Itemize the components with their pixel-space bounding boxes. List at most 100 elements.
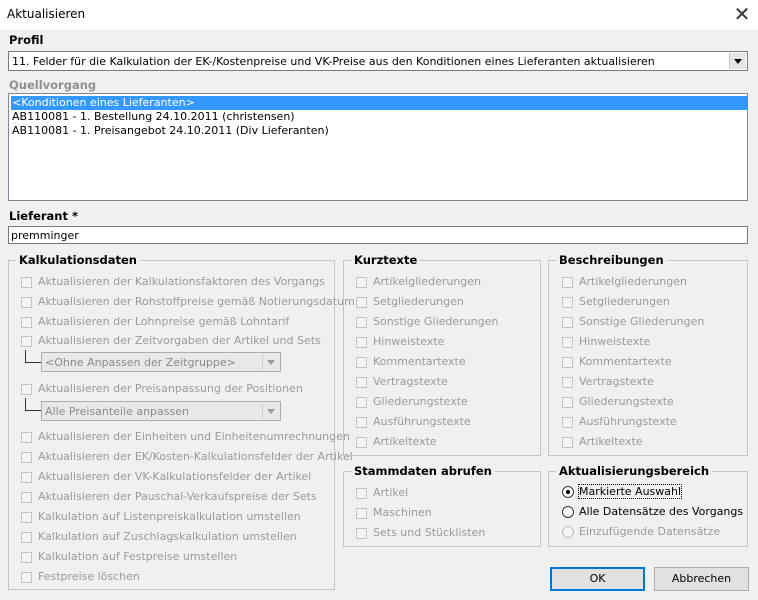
kurztexte-checkbox[interactable] [356,297,367,308]
chevron-down-icon[interactable] [262,354,279,370]
kurztexte-label[interactable]: Kommentartexte [373,355,466,368]
kurztexte-checkbox[interactable] [356,437,367,448]
beschreibungen-checkbox[interactable] [562,417,573,428]
kurztexte-label[interactable]: Artikeltexte [373,435,437,448]
beschreibungen-checkbox[interactable] [562,357,573,368]
kalkulation-checkbox[interactable] [21,572,32,583]
beschreibungen-label[interactable]: Hinweistexte [579,335,650,348]
chevron-down-icon[interactable] [729,53,746,69]
stammdaten-checkbox[interactable] [356,508,367,519]
kurztexte-checkbox[interactable] [356,277,367,288]
quellvorgang-label: Quellvorgang [9,78,97,92]
beschreibungen-checkbox[interactable] [562,297,573,308]
kalkulation-checkbox[interactable] [21,532,32,543]
kurztexte-label[interactable]: Setgliederungen [373,295,464,308]
kalkulation-checkbox[interactable] [21,552,32,563]
preisanteile-select[interactable]: Alle Preisanteile anpassen [41,401,281,421]
lieferant-input[interactable]: premminger [8,226,748,244]
kalkulation-label[interactable]: Aktualisieren der Einheiten und Einheite… [38,430,350,443]
list-item[interactable]: AB110081 - 1. Preisangebot 24.10.2011 (D… [11,124,329,138]
list-item[interactable]: <Konditionen eines Lieferanten> [11,96,748,110]
lieferant-value: premminger [11,229,79,242]
beschreibungen-label[interactable]: Ausführungstexte [579,415,677,428]
stammdaten-title: Stammdaten abrufen [351,464,495,478]
beschreibungen-checkbox[interactable] [562,437,573,448]
kurztexte-checkbox[interactable] [356,417,367,428]
kurztexte-checkbox[interactable] [356,317,367,328]
cancel-button[interactable]: Abbrechen [654,567,749,591]
ok-button[interactable]: OK [550,567,645,591]
radio-label-alle-datensaetze[interactable]: Alle Datensätze des Vorgangs [579,505,743,518]
stammdaten-label[interactable]: Sets und Stücklisten [373,526,485,539]
beschreibungen-label[interactable]: Setgliederungen [579,295,670,308]
kalkulation-checkbox[interactable] [21,297,32,308]
kalkulation-label[interactable]: Aktualisieren der Rohstoffpreise gemäß N… [38,295,355,308]
kurztexte-label[interactable]: Hinweistexte [373,335,444,348]
beschreibungen-checkbox[interactable] [562,337,573,348]
radio-label-markierte-auswahl[interactable]: Markierte Auswahl [577,484,683,499]
kalkulation-label[interactable]: Kalkulation auf Festpreise umstellen [38,550,237,563]
kalkulation-label[interactable]: Aktualisieren der Lohnpreise gemäß Lohnt… [38,315,289,328]
kalkulation-checkbox[interactable] [21,512,32,523]
beschreibungen-checkbox[interactable] [562,317,573,328]
kurztexte-label[interactable]: Gliederungstexte [373,395,468,408]
kalkulation-label[interactable]: Kalkulation auf Zuschlagskalkulation ums… [38,530,297,543]
stammdaten-label[interactable]: Artikel [373,486,408,499]
kalkulation-label[interactable]: Festpreise löschen [38,570,140,583]
beschreibungen-checkbox[interactable] [562,277,573,288]
kurztexte-title: Kurztexte [351,253,421,267]
zeitgruppe-value: <Ohne Anpassen der Zeitgruppe> [45,356,236,369]
beschreibungen-label[interactable]: Gliederungstexte [579,395,674,408]
connector-line [25,398,42,411]
kurztexte-label[interactable]: Sonstige Gliederungen [373,315,498,328]
kurztexte-checkbox[interactable] [356,397,367,408]
kurztexte-checkbox[interactable] [356,337,367,348]
kalkulation-checkbox[interactable] [21,492,32,503]
kurztexte-checkbox[interactable] [356,357,367,368]
beschreibungen-label[interactable]: Sonstige Gliederungen [579,315,704,328]
kalkulation-label[interactable]: Aktualisieren der Preisanpassung der Pos… [38,382,303,395]
stammdaten-checkbox[interactable] [356,488,367,499]
kalkulation-checkbox[interactable] [21,336,32,347]
kalkulation-label[interactable]: Aktualisieren der Kalkulationsfaktoren d… [38,275,325,288]
radio-einzufuegende[interactable] [562,526,574,538]
close-icon[interactable]: ✕ [730,2,754,26]
kalkulation-label[interactable]: Aktualisieren der VK-Kalkulationsfelder … [38,470,311,483]
kalkulation-checkbox[interactable] [21,472,32,483]
stammdaten-checkbox[interactable] [356,528,367,539]
radio-markierte-auswahl[interactable] [562,486,574,498]
beschreibungen-checkbox[interactable] [562,397,573,408]
kalkulationsdaten-title: Kalkulationsdaten [16,253,140,267]
kalkulation-label[interactable]: Aktualisieren der Zeitvorgaben der Artik… [38,334,321,347]
preisanteile-value: Alle Preisanteile anpassen [45,405,189,418]
zeitgruppe-select[interactable]: <Ohne Anpassen der Zeitgruppe> [41,352,281,372]
profil-label: Profil [9,33,44,47]
kalkulation-checkbox[interactable] [21,432,32,443]
beschreibungen-label[interactable]: Vertragstexte [579,375,654,388]
kurztexte-label[interactable]: Vertragstexte [373,375,448,388]
kalkulation-label[interactable]: Aktualisieren der EK/Kosten-Kalkulations… [38,450,353,463]
kurztexte-checkbox[interactable] [356,377,367,388]
title-bar [0,0,758,30]
radio-label-einzufuegende[interactable]: Einzufügende Datensätze [579,525,720,538]
quellvorgang-list[interactable]: <Konditionen eines Lieferanten> AB110081… [8,93,748,201]
list-item[interactable]: AB110081 - 1. Bestellung 24.10.2011 (chr… [11,110,295,124]
stammdaten-label[interactable]: Maschinen [373,506,432,519]
kurztexte-label[interactable]: Artikelgliederungen [373,275,481,288]
radio-alle-datensaetze[interactable] [562,506,574,518]
kalkulation-checkbox[interactable] [21,277,32,288]
kalkulation-checkbox[interactable] [21,452,32,463]
beschreibungen-label[interactable]: Artikelgliederungen [579,275,687,288]
profil-select[interactable]: 11. Felder für die Kalkulation der EK-/K… [8,51,748,71]
lieferant-label: Lieferant * [9,209,79,223]
beschreibungen-checkbox[interactable] [562,377,573,388]
kalkulation-checkbox[interactable] [21,384,32,395]
beschreibungen-title: Beschreibungen [556,253,667,267]
beschreibungen-label[interactable]: Artikeltexte [579,435,643,448]
kurztexte-label[interactable]: Ausführungstexte [373,415,471,428]
kalkulation-checkbox[interactable] [21,317,32,328]
chevron-down-icon[interactable] [262,403,279,419]
kalkulation-label[interactable]: Aktualisieren der Pauschal-Verkaufspreis… [38,490,317,503]
beschreibungen-label[interactable]: Kommentartexte [579,355,672,368]
kalkulation-label[interactable]: Kalkulation auf Listenpreiskalkulation u… [38,510,301,523]
